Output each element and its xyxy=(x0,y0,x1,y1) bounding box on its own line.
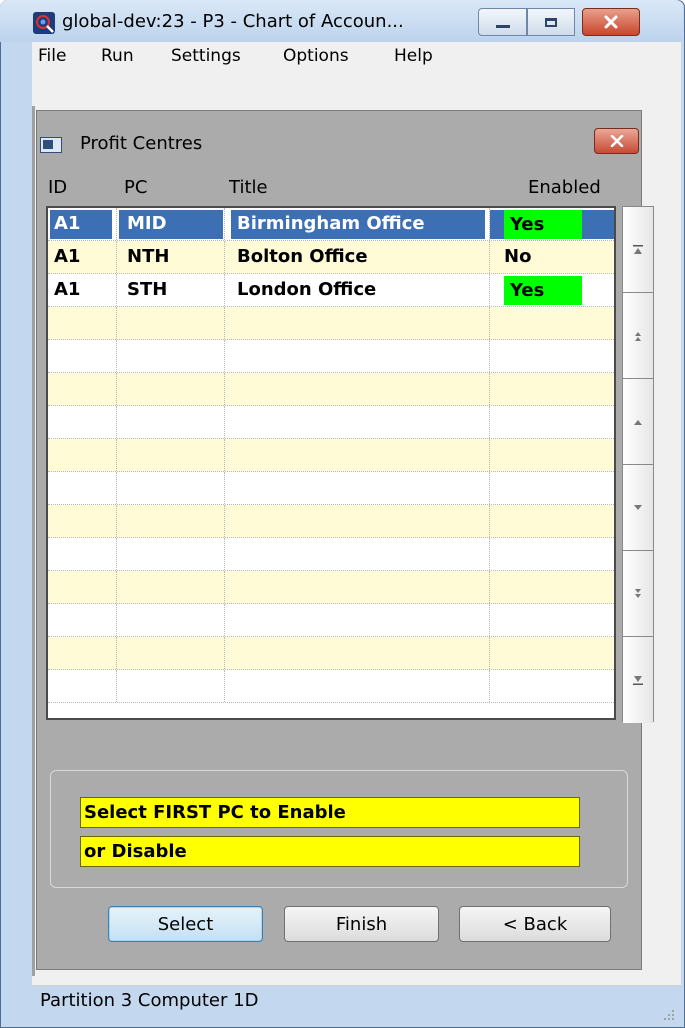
empty-row[interactable] xyxy=(48,670,614,703)
maximize-icon xyxy=(545,17,557,27)
maximize-button[interactable] xyxy=(527,8,575,36)
window-icon xyxy=(40,137,62,153)
scroll-page-down-icon xyxy=(635,588,641,598)
empty-row[interactable] xyxy=(48,406,614,439)
panel-title: Profit Centres xyxy=(80,133,203,154)
grid-scroll-buttons xyxy=(622,206,654,723)
cell-pc[interactable]: NTH xyxy=(117,241,225,273)
empty-row[interactable] xyxy=(48,505,614,538)
cell-id[interactable]: A1 xyxy=(48,274,117,306)
profit-centres-grid[interactable]: A1 MID Birmingham Office Yes A1 NTH Bolt… xyxy=(46,206,616,720)
status-text: Partition 3 Computer 1D xyxy=(40,990,259,1011)
message-group xyxy=(50,770,628,888)
empty-row[interactable] xyxy=(48,538,614,571)
scroll-bottom-icon xyxy=(633,676,643,685)
enabled-badge: Yes xyxy=(504,210,582,239)
close-icon xyxy=(604,15,618,29)
header-enabled[interactable]: Enabled xyxy=(528,177,601,198)
scroll-page-up-icon xyxy=(635,331,641,341)
scroll-down-button[interactable] xyxy=(623,465,653,551)
table-row[interactable]: A1 MID Birmingham Office Yes xyxy=(48,208,614,241)
select-button[interactable]: Select xyxy=(108,906,263,942)
scroll-up-button[interactable] xyxy=(623,379,653,465)
empty-row[interactable] xyxy=(48,604,614,637)
empty-row[interactable] xyxy=(48,571,614,604)
scroll-page-up-button[interactable] xyxy=(623,293,653,379)
cell-pc[interactable]: MID xyxy=(117,208,225,240)
minimize-icon xyxy=(495,24,510,28)
close-icon xyxy=(610,135,623,147)
header-title[interactable]: Title xyxy=(229,177,268,198)
enabled-badge: Yes xyxy=(504,276,582,305)
scroll-top-button[interactable] xyxy=(623,207,653,293)
cell-title[interactable]: London Office xyxy=(225,274,490,306)
empty-row[interactable] xyxy=(48,307,614,340)
empty-row[interactable] xyxy=(48,373,614,406)
empty-row[interactable] xyxy=(48,439,614,472)
empty-row[interactable] xyxy=(48,637,614,670)
menu-options[interactable]: Options xyxy=(283,46,349,66)
status-divider xyxy=(32,985,681,986)
menu-file[interactable]: File xyxy=(38,46,66,66)
grid-header: ID PC Title Enabled xyxy=(46,176,624,204)
empty-row[interactable] xyxy=(48,340,614,373)
cell-enabled[interactable]: Yes xyxy=(490,208,614,240)
scroll-up-icon xyxy=(634,419,642,425)
resize-grip-icon[interactable] xyxy=(662,1008,676,1022)
menu-run[interactable]: Run xyxy=(101,46,134,66)
message-line-1: Select FIRST PC to Enable xyxy=(80,797,580,828)
header-pc[interactable]: PC xyxy=(124,177,147,198)
scroll-top-icon xyxy=(633,244,643,254)
enabled-value: No xyxy=(504,246,532,267)
cell-id[interactable]: A1 xyxy=(48,208,117,240)
menu-settings[interactable]: Settings xyxy=(171,46,241,66)
cell-enabled[interactable]: No xyxy=(490,241,614,273)
menu-bar: File Run Settings Options Help xyxy=(32,42,681,72)
finish-button[interactable]: Finish xyxy=(284,906,439,942)
table-row[interactable]: A1 STH London Office Yes xyxy=(48,274,614,307)
header-id[interactable]: ID xyxy=(48,177,67,198)
table-row[interactable]: A1 NTH Bolton Office No xyxy=(48,241,614,274)
empty-row[interactable] xyxy=(48,472,614,505)
panel-close-button[interactable] xyxy=(594,128,639,154)
menu-help[interactable]: Help xyxy=(394,46,433,66)
cell-pc[interactable]: STH xyxy=(117,274,225,306)
app-globe-icon[interactable] xyxy=(33,12,55,34)
scroll-page-down-button[interactable] xyxy=(623,551,653,637)
scroll-down-icon xyxy=(634,504,642,510)
frame-divider xyxy=(32,106,35,976)
cell-title[interactable]: Bolton Office xyxy=(225,241,490,273)
title-bar[interactable]: global-dev:23 - P3 - Chart of Accoun... xyxy=(0,0,683,42)
back-button[interactable]: < Back xyxy=(459,906,611,942)
cell-enabled[interactable]: Yes xyxy=(490,274,614,306)
cell-id[interactable]: A1 xyxy=(48,241,117,273)
window-title: global-dev:23 - P3 - Chart of Accoun... xyxy=(62,11,404,32)
close-button[interactable] xyxy=(582,8,640,36)
minimize-button[interactable] xyxy=(478,8,527,36)
cell-title[interactable]: Birmingham Office xyxy=(225,208,490,240)
scroll-bottom-button[interactable] xyxy=(623,637,653,723)
message-line-2: or Disable xyxy=(80,836,580,867)
